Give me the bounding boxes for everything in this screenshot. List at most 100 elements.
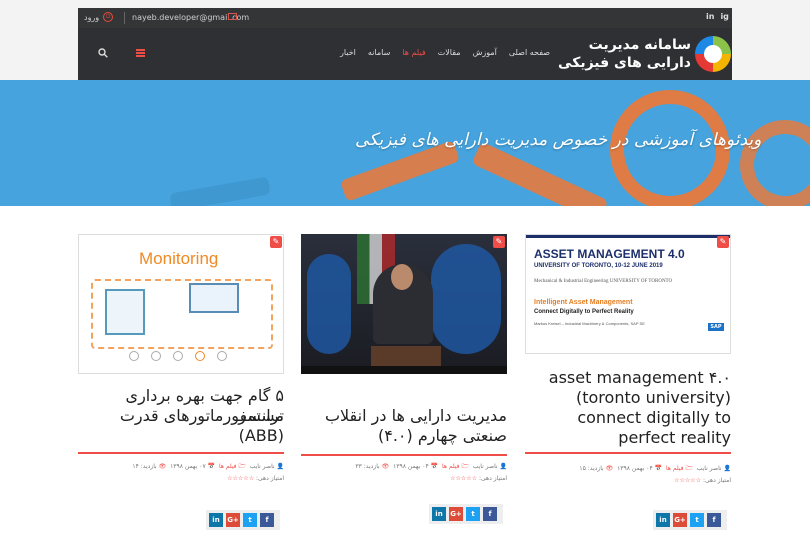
mail-icon bbox=[228, 13, 237, 20]
thumbnail-heading: ASSET MANAGEMENT 4.0 bbox=[534, 247, 685, 261]
author-link[interactable]: ناصر نایب bbox=[250, 463, 275, 470]
main-menu: صفحه اصلی آموزش مقالات فیلم ها سامانه اخ… bbox=[340, 48, 550, 57]
monitor-graphic bbox=[189, 283, 239, 313]
rating-label: امتیاز دهی: bbox=[479, 475, 507, 482]
desk-graphic bbox=[301, 366, 507, 374]
linkedin-icon[interactable]: in bbox=[706, 12, 714, 21]
post-date: ۰۷ بهمن ۱۳۹۸ bbox=[170, 463, 206, 470]
logo-mark-icon bbox=[695, 36, 731, 72]
video-card: ASSET MANAGEMENT 4.0 UNIVERSITY OF TORON… bbox=[525, 234, 731, 544]
twitter-share-button[interactable]: t bbox=[690, 513, 704, 527]
hero-banner: ویدئوهای آموزشی در خصوص مدیریت دارایی ها… bbox=[0, 80, 810, 206]
site-logo[interactable]: سامانه مدیریت دارایی های فیزیکی bbox=[558, 33, 731, 75]
power-icon[interactable]: ⏻ bbox=[103, 12, 114, 22]
googleplus-share-button[interactable]: G+ bbox=[226, 513, 240, 527]
wrench-graphic bbox=[169, 176, 271, 206]
rating-stars[interactable]: ☆☆☆☆☆ bbox=[674, 477, 701, 484]
card-title-line3[interactable]: connect digitally to bbox=[525, 408, 731, 428]
thumbnail-session-title: Intelligent Asset Management bbox=[534, 299, 633, 306]
video-thumbnail[interactable]: Monitoring ✎ bbox=[78, 234, 284, 374]
wrench-graphic bbox=[471, 141, 609, 206]
category-link[interactable]: فیلم ها bbox=[219, 463, 237, 470]
instagram-icon[interactable]: ig bbox=[720, 12, 728, 21]
share-buttons: in G+ t f bbox=[206, 510, 280, 530]
menu-item-articles[interactable]: مقالات bbox=[438, 48, 461, 57]
edit-icon[interactable]: ✎ bbox=[493, 236, 505, 248]
facebook-share-button[interactable]: f bbox=[483, 507, 497, 521]
rating-label: امتیاز دهی: bbox=[703, 477, 731, 484]
hero-caption: ویدئوهای آموزشی در خصوص مدیریت دارایی ها… bbox=[355, 130, 762, 150]
title-underline bbox=[78, 452, 284, 454]
video-card: Monitoring ✎ ۵ گام جهت بهره برداری مستمر… bbox=[78, 234, 284, 544]
thumbnail-session-subtitle: Connect Digitally to Perfect Reality bbox=[534, 309, 634, 315]
login-link[interactable]: ورود ⏻ bbox=[84, 12, 114, 22]
speaker-head-graphic bbox=[391, 264, 413, 290]
emblem-graphic bbox=[307, 254, 351, 354]
card-meta: 👤 ناصر نایب 🗁 فیلم ها 📅 ۰۷ بهمن ۱۳۹۸ 👁 ب… bbox=[132, 463, 284, 470]
view-count: بازدید: ۱۴ bbox=[132, 463, 157, 470]
menu-item-system[interactable]: سامانه bbox=[368, 48, 390, 57]
rating-row: امتیاز دهی: ☆☆☆☆☆ bbox=[78, 474, 284, 484]
title-underline bbox=[301, 454, 507, 456]
content-area: Monitoring ✎ ۵ گام جهت بهره برداری مستمر… bbox=[0, 206, 810, 557]
main-navbar: صفحه اصلی آموزش مقالات فیلم ها سامانه اخ… bbox=[78, 28, 732, 80]
rating-label: امتیاز دهی: bbox=[256, 475, 284, 482]
menu-item-home[interactable]: صفحه اصلی bbox=[509, 48, 550, 57]
card-title-line4[interactable]: perfect reality bbox=[525, 428, 731, 448]
menu-item-videos[interactable]: فیلم ها bbox=[402, 48, 425, 57]
card-title-line2[interactable]: صنعتی چهارم (۴.۰) bbox=[301, 426, 507, 446]
card-title-line3[interactable]: (ABB) bbox=[78, 426, 284, 446]
rating-stars[interactable]: ☆☆☆☆☆ bbox=[227, 475, 254, 482]
card-title-line2[interactable]: (toronto university) bbox=[525, 388, 731, 408]
card-title-line1[interactable]: مدیریت دارایی ها در انقلاب bbox=[301, 406, 507, 426]
menu-item-news[interactable]: اخبار bbox=[340, 48, 356, 57]
facebook-share-button[interactable]: f bbox=[260, 513, 274, 527]
view-count: بازدید: ۱۵ bbox=[579, 465, 604, 472]
edit-icon[interactable]: ✎ bbox=[270, 236, 282, 248]
googleplus-share-button[interactable]: G+ bbox=[673, 513, 687, 527]
edit-icon[interactable]: ✎ bbox=[717, 236, 729, 248]
social-links: in ig bbox=[706, 12, 729, 21]
category-link[interactable]: فیلم ها bbox=[442, 463, 460, 470]
author-link[interactable]: ناصر نایب bbox=[473, 463, 498, 470]
card-title-line1[interactable]: asset management ۴.۰ bbox=[525, 368, 731, 388]
login-label[interactable]: ورود bbox=[84, 13, 99, 22]
thumbnail-university: Mechanical & Industrial Engineering UNIV… bbox=[534, 279, 673, 284]
video-thumbnail[interactable]: ASSET MANAGEMENT 4.0 UNIVERSITY OF TORON… bbox=[525, 234, 731, 354]
twitter-share-button[interactable]: t bbox=[243, 513, 257, 527]
author-link[interactable]: ناصر نایب bbox=[697, 465, 722, 472]
logo-line1: سامانه مدیریت bbox=[588, 37, 691, 53]
thumbnail-title: Monitoring bbox=[139, 249, 219, 268]
linkedin-share-button[interactable]: in bbox=[656, 513, 670, 527]
twitter-share-button[interactable]: t bbox=[466, 507, 480, 521]
share-buttons: in G+ t f bbox=[429, 504, 503, 524]
post-date: ۰۴ بهمن ۱۳۹۸ bbox=[393, 463, 429, 470]
card-meta: 👤 ناصر نایب 🗁 فیلم ها 📅 ۰۴ بهمن ۱۳۹۸ 👁 ب… bbox=[355, 463, 507, 470]
rating-stars[interactable]: ☆☆☆☆☆ bbox=[450, 475, 477, 482]
facebook-share-button[interactable]: f bbox=[707, 513, 721, 527]
linkedin-share-button[interactable]: in bbox=[209, 513, 223, 527]
thumbnail-speaker: Markus Kreisel – Industrial Machinery & … bbox=[534, 321, 645, 326]
post-date: ۰۴ بهمن ۱۳۹۸ bbox=[617, 465, 653, 472]
emblem-graphic bbox=[431, 244, 501, 354]
linkedin-share-button[interactable]: in bbox=[432, 507, 446, 521]
video-thumbnail[interactable]: ✎ bbox=[301, 234, 507, 374]
title-underline bbox=[525, 452, 731, 454]
card-title-line2[interactable]: ترانسفورماتورهای قدرت bbox=[78, 406, 284, 426]
sap-logo: SAP bbox=[708, 323, 724, 331]
menu-toggle-icon[interactable] bbox=[136, 49, 145, 57]
view-count: بازدید: ۳۳ bbox=[355, 463, 380, 470]
share-buttons: in G+ t f bbox=[653, 510, 727, 530]
step-icons bbox=[129, 351, 227, 361]
video-card: ✎ مدیریت دارایی ها در انقلاب صنعتی چهارم… bbox=[301, 234, 507, 544]
thumbnail-subheading: UNIVERSITY OF TORONTO, 10-12 JUNE 2019 bbox=[534, 263, 663, 269]
divider bbox=[124, 12, 125, 24]
googleplus-share-button[interactable]: G+ bbox=[449, 507, 463, 521]
top-bar: ورود ⏻ nayeb.developer@gmail.com in ig bbox=[78, 8, 732, 28]
menu-item-training[interactable]: آموزش bbox=[473, 48, 497, 57]
transformer-graphic bbox=[105, 289, 145, 335]
category-link[interactable]: فیلم ها bbox=[666, 465, 684, 472]
logo-line2: دارایی های فیزیکی bbox=[558, 55, 691, 71]
rating-row: امتیاز دهی: ☆☆☆☆☆ bbox=[301, 474, 507, 484]
search-icon[interactable] bbox=[98, 48, 108, 58]
